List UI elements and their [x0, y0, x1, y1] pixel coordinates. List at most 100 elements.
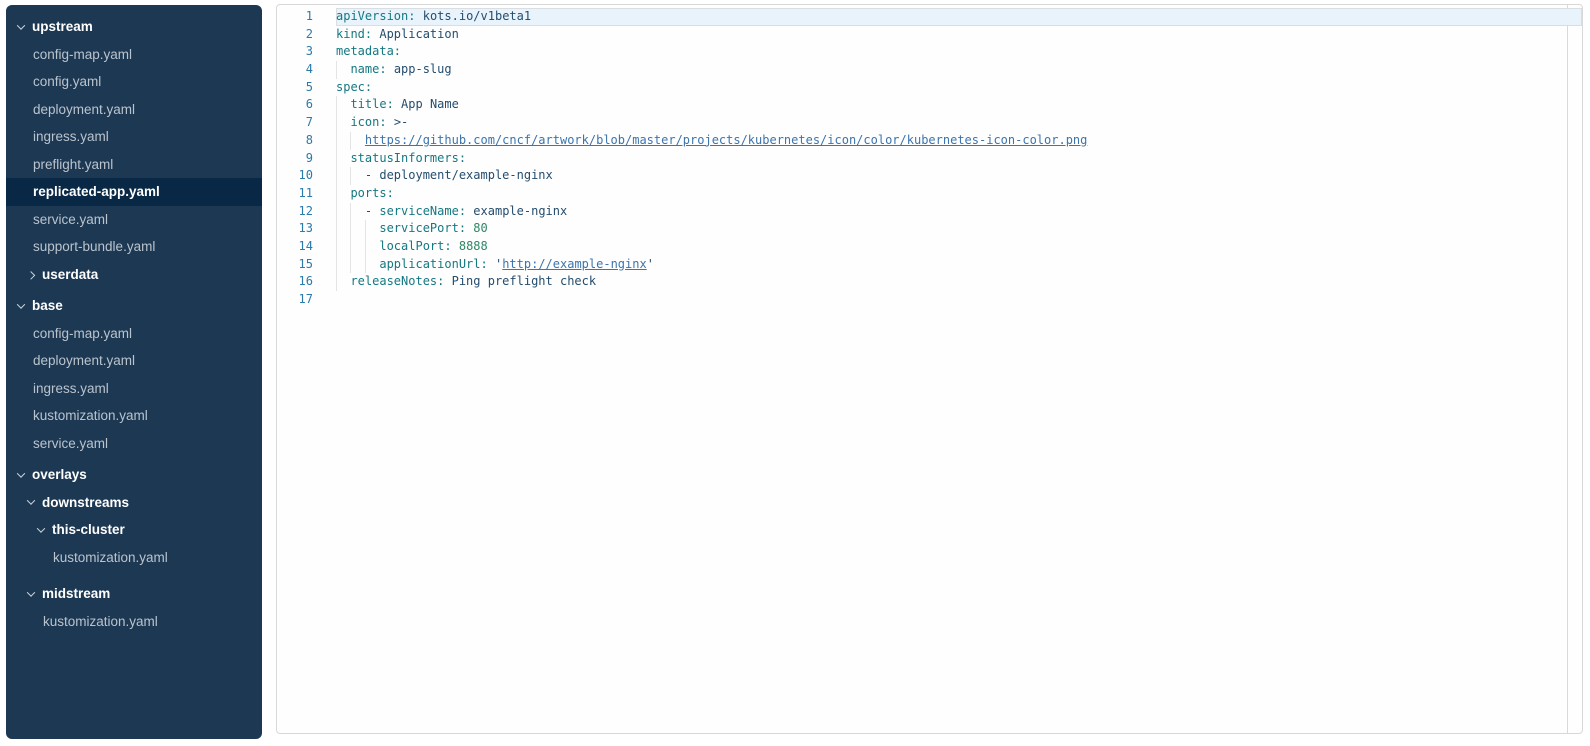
indent-guide: [336, 167, 337, 185]
code-line[interactable]: 5 spec:: [277, 79, 1582, 97]
code-line[interactable]: 11 ports:: [277, 185, 1582, 203]
code-line[interactable]: 10 - deployment/example-nginx: [277, 167, 1582, 185]
code-line-content[interactable]: applicationUrl: 'http://example-nginx': [336, 256, 1582, 274]
code-token-val: app-slug: [394, 62, 452, 76]
code-token-plain: [336, 221, 379, 235]
sidebar-folder-this-cluster[interactable]: this-cluster: [6, 516, 262, 544]
sidebar-folder-upstream[interactable]: upstream: [6, 13, 262, 41]
code-line[interactable]: 13 servicePort: 80: [277, 220, 1582, 238]
code-line-content[interactable]: metadata:: [336, 43, 1582, 61]
indent-guide: [336, 185, 337, 203]
code-token-key: servicePort:: [379, 221, 466, 235]
indent-guide: [365, 238, 366, 256]
line-number: 2: [277, 26, 313, 44]
code-line-content[interactable]: localPort: 8888: [336, 238, 1582, 256]
sidebar-item-label: base: [32, 298, 63, 313]
indent-guide: [336, 132, 337, 150]
code-line[interactable]: 16 releaseNotes: Ping preflight check: [277, 273, 1582, 291]
code-token-key: metadata:: [336, 44, 401, 58]
sidebar-item-label: upstream: [32, 19, 93, 34]
code-line-content[interactable]: ports:: [336, 185, 1582, 203]
code-line-content[interactable]: servicePort: 80: [336, 220, 1582, 238]
code-line[interactable]: 17: [277, 291, 1582, 309]
sidebar-file-config-map-yaml[interactable]: config-map.yaml: [6, 41, 262, 69]
sidebar-file-config-yaml[interactable]: config.yaml: [6, 68, 262, 96]
code-token-val: kots.io/v1beta1: [423, 9, 531, 23]
indent-guide: [336, 96, 337, 114]
code-line-content[interactable]: apiVersion: kots.io/v1beta1: [336, 8, 1582, 26]
chevron-down-icon[interactable]: [17, 469, 25, 477]
code-line-content[interactable]: kind: Application: [336, 26, 1582, 44]
sidebar-file-support-bundle-yaml[interactable]: support-bundle.yaml: [6, 233, 262, 261]
code-token-plain: [336, 274, 350, 288]
code-token-plain: [336, 186, 350, 200]
sidebar-file-ingress-yaml[interactable]: ingress.yaml: [6, 123, 262, 151]
code-editor[interactable]: 1apiVersion: kots.io/v1beta12 kind: Appli…: [277, 8, 1582, 309]
sidebar-file-config-map-yaml[interactable]: config-map.yaml: [6, 320, 262, 348]
chevron-down-icon[interactable]: [27, 497, 35, 505]
code-line-content[interactable]: releaseNotes: Ping preflight check: [336, 273, 1582, 291]
sidebar-folder-overlays[interactable]: overlays: [6, 461, 262, 489]
code-line[interactable]: 8 https://github.com/cncf/artwork/blob/m…: [277, 132, 1582, 150]
sidebar-file-replicated-app-yaml[interactable]: replicated-app.yaml: [6, 178, 262, 206]
code-line-content[interactable]: [336, 291, 1582, 309]
sidebar-item-label: ingress.yaml: [33, 129, 109, 144]
code-token-plain: [488, 257, 495, 271]
code-line[interactable]: 14 localPort: 8888: [277, 238, 1582, 256]
code-token-key: name:: [350, 62, 386, 76]
indent-guide: [350, 238, 351, 256]
sidebar-file-kustomization-yaml[interactable]: kustomization.yaml: [6, 544, 262, 572]
chevron-down-icon[interactable]: [17, 21, 25, 29]
sidebar-folder-midstream[interactable]: midstream: [6, 580, 262, 608]
sidebar-file-service-yaml[interactable]: service.yaml: [6, 206, 262, 234]
sidebar-file-ingress-yaml[interactable]: ingress.yaml: [6, 375, 262, 403]
code-token-plain: [444, 274, 451, 288]
indent-guide: [350, 132, 351, 150]
code-line-content[interactable]: title: App Name: [336, 96, 1582, 114]
chevron-down-icon[interactable]: [17, 300, 25, 308]
code-line[interactable]: 2 kind: Application: [277, 26, 1582, 44]
indent-guide: [336, 203, 337, 221]
chevron-down-icon[interactable]: [37, 524, 45, 532]
code-token-num: 8888: [459, 239, 488, 253]
indent-guide: [336, 273, 337, 291]
chevron-down-icon[interactable]: [27, 588, 35, 596]
line-number: 16: [277, 273, 313, 291]
code-line[interactable]: 12 - serviceName: example-nginx: [277, 203, 1582, 221]
chevron-right-icon[interactable]: [27, 271, 35, 279]
code-link[interactable]: http://example-nginx: [502, 257, 647, 271]
code-line-content[interactable]: icon: >-: [336, 114, 1582, 132]
sidebar-file-kustomization-yaml[interactable]: kustomization.yaml: [6, 608, 262, 636]
code-line[interactable]: 6 title: App Name: [277, 96, 1582, 114]
sidebar-folder-base[interactable]: base: [6, 292, 262, 320]
sidebar-file-deployment-yaml[interactable]: deployment.yaml: [6, 347, 262, 375]
line-number: 15: [277, 256, 313, 274]
code-line-content[interactable]: statusInformers:: [336, 150, 1582, 168]
indent-guide: [365, 220, 366, 238]
code-line[interactable]: 1apiVersion: kots.io/v1beta1: [277, 8, 1582, 26]
code-line[interactable]: 9 statusInformers:: [277, 150, 1582, 168]
code-token-plain: [336, 151, 350, 165]
sidebar-file-kustomization-yaml[interactable]: kustomization.yaml: [6, 402, 262, 430]
yaml-editor-panel[interactable]: 1apiVersion: kots.io/v1beta12 kind: Appli…: [276, 4, 1583, 734]
sidebar-item-label: deployment.yaml: [33, 353, 135, 368]
code-line[interactable]: 4 name: app-slug: [277, 61, 1582, 79]
code-line-content[interactable]: spec:: [336, 79, 1582, 97]
indent-guide: [336, 256, 337, 274]
code-line[interactable]: 15 applicationUrl: 'http://example-nginx…: [277, 256, 1582, 274]
sidebar-folder-userdata[interactable]: userdata: [6, 261, 262, 289]
code-line-content[interactable]: https://github.com/cncf/artwork/blob/mas…: [336, 132, 1582, 150]
sidebar-file-deployment-yaml[interactable]: deployment.yaml: [6, 96, 262, 124]
code-line[interactable]: 3metadata:: [277, 43, 1582, 61]
sidebar-folder-downstreams[interactable]: downstreams: [6, 489, 262, 517]
code-line-content[interactable]: - deployment/example-nginx: [336, 167, 1582, 185]
code-line-content[interactable]: name: app-slug: [336, 61, 1582, 79]
sidebar-file-preflight-yaml[interactable]: preflight.yaml: [6, 151, 262, 179]
code-link[interactable]: https://github.com/cncf/artwork/blob/mas…: [365, 133, 1087, 147]
line-number: 5: [277, 79, 313, 97]
code-line-content[interactable]: - serviceName: example-nginx: [336, 203, 1582, 221]
code-token-key: apiVersion:: [336, 9, 415, 23]
code-line[interactable]: 7 icon: >-: [277, 114, 1582, 132]
indent-guide: [336, 61, 337, 79]
sidebar-file-service-yaml[interactable]: service.yaml: [6, 430, 262, 458]
